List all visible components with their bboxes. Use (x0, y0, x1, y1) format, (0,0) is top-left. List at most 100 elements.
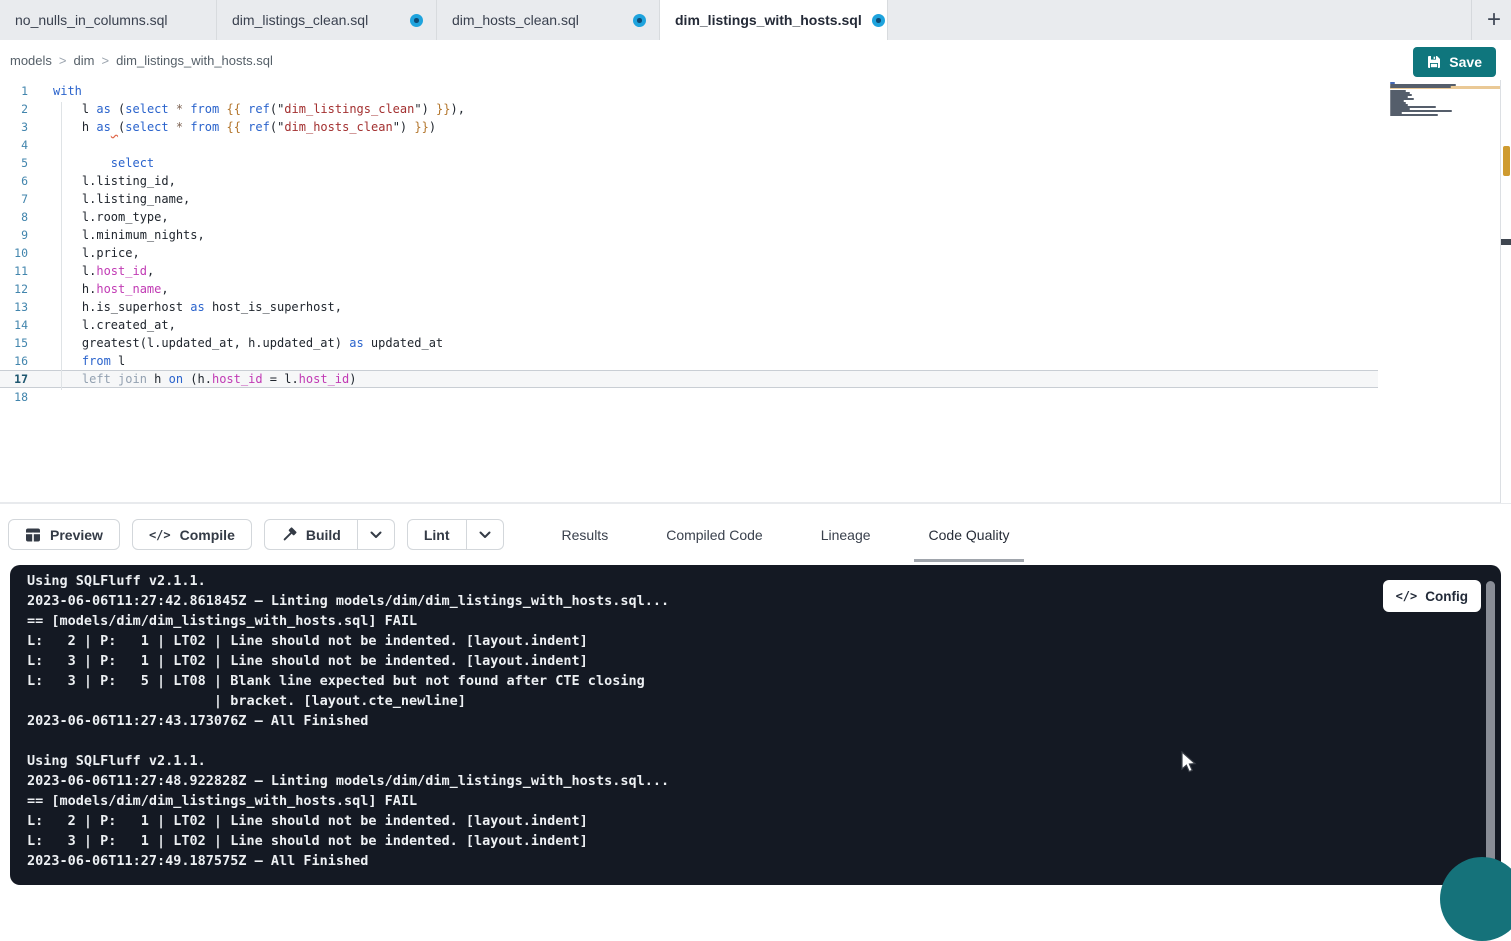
indent-guide (61, 102, 62, 390)
terminal-output: Using SQLFluff v2.1.1.2023-06-06T11:27:4… (27, 571, 669, 871)
code-line: 18 (0, 388, 1500, 406)
unsaved-changes-dot (410, 14, 423, 27)
breadcrumb-item[interactable]: models (10, 53, 52, 68)
code-text: l.listing_id, (53, 172, 176, 190)
code-text: h as (select * from {{ ref("dim_hosts_cl… (53, 118, 436, 136)
code-line: 10 l.price, (0, 244, 1500, 262)
action-toolbar: Preview </> Compile Build Lint (0, 503, 1511, 565)
code-line: 2 l as (select * from {{ ref("dim_listin… (0, 100, 1500, 118)
config-button[interactable]: </> Config (1383, 580, 1481, 612)
code-text: left join h on (h.host_id = l.host_id) (53, 370, 356, 388)
panel-tab-code-quality[interactable]: Code Quality (917, 523, 1022, 547)
build-dropdown-button[interactable] (358, 519, 395, 550)
chevron-down-icon (370, 531, 382, 539)
build-button[interactable]: Build (264, 519, 358, 550)
line-number: 18 (0, 388, 28, 406)
line-number: 15 (0, 334, 28, 352)
lint-split-button: Lint (407, 519, 504, 550)
code-line: 14 l.created_at, (0, 316, 1500, 334)
line-number: 4 (0, 136, 28, 154)
code-text: l.listing_name, (53, 190, 190, 208)
line-number: 11 (0, 262, 28, 280)
terminal-line: L: 3 | P: 5 | LT08 | Blank line expected… (27, 671, 669, 691)
compile-label: Compile (180, 527, 235, 543)
line-number: 17 (0, 370, 28, 388)
terminal-line: 2023-06-06T11:27:43.173076Z — All Finish… (27, 711, 669, 731)
preview-button[interactable]: Preview (8, 519, 120, 550)
tab-bar-divider (1471, 0, 1472, 40)
code-editor[interactable]: 1with2 l as (select * from {{ ref("dim_l… (0, 80, 1500, 503)
config-label: Config (1425, 589, 1468, 604)
terminal-line: L: 2 | P: 1 | LT02 | Line should not be … (27, 811, 669, 831)
line-number: 10 (0, 244, 28, 262)
compile-button[interactable]: </> Compile (132, 519, 252, 550)
code-area: 1with2 l as (select * from {{ ref("dim_l… (0, 82, 1500, 406)
code-line: 8 l.room_type, (0, 208, 1500, 226)
code-line: 4 (0, 136, 1500, 154)
tab-label: dim_listings_clean.sql (232, 12, 368, 28)
editor-annotation-ruler (1500, 80, 1511, 503)
code-text: select (53, 154, 154, 172)
tab-label: no_nulls_in_columns.sql (15, 12, 168, 28)
help-floating-button[interactable] (1440, 857, 1511, 941)
terminal-panel: Using SQLFluff v2.1.1.2023-06-06T11:27:4… (10, 565, 1501, 885)
save-button[interactable]: Save (1413, 47, 1496, 77)
terminal-scrollbar[interactable] (1486, 581, 1495, 877)
code-text: h.host_name, (53, 280, 169, 298)
line-number: 14 (0, 316, 28, 334)
lint-button[interactable]: Lint (407, 519, 467, 550)
new-tab-button[interactable]: + (1477, 0, 1511, 40)
code-line: 15 greatest(l.updated_at, h.updated_at) … (0, 334, 1500, 352)
unsaved-changes-dot (872, 14, 885, 27)
line-number: 1 (0, 82, 28, 100)
chevron-right-icon: > (59, 53, 67, 68)
terminal-line: == [models/dim/dim_listings_with_hosts.s… (27, 791, 669, 811)
line-number: 12 (0, 280, 28, 298)
code-line: 3 h as (select * from {{ ref("dim_hosts_… (0, 118, 1500, 136)
editor-tab[interactable]: dim_listings_with_hosts.sql (660, 0, 888, 40)
panel-tabs: Results Compiled Code Lineage Code Quality (550, 523, 1022, 547)
tab-label: dim_listings_with_hosts.sql (675, 12, 862, 28)
terminal-line: 2023-06-06T11:27:48.922828Z — Linting mo… (27, 771, 669, 791)
line-number: 5 (0, 154, 28, 172)
lint-dropdown-button[interactable] (467, 519, 504, 550)
code-text: from l (53, 352, 125, 370)
minimap-line (1390, 86, 1451, 88)
code-line: 9 l.minimum_nights, (0, 226, 1500, 244)
breadcrumb-item[interactable]: dim (74, 53, 95, 68)
editor-tab[interactable]: no_nulls_in_columns.sql (0, 0, 217, 40)
code-line: 12 h.host_name, (0, 280, 1500, 298)
tab-bar: no_nulls_in_columns.sql dim_listings_clea… (0, 0, 1511, 40)
line-number: 13 (0, 298, 28, 316)
save-button-label: Save (1449, 54, 1482, 70)
chevron-down-icon (479, 531, 491, 539)
code-line: 16 from l (0, 352, 1500, 370)
code-line: 17 left join h on (h.host_id = l.host_id… (0, 370, 1378, 388)
terminal-line (27, 731, 669, 751)
code-line: 11 l.host_id, (0, 262, 1500, 280)
editor-minimap[interactable] (1390, 82, 1500, 122)
lint-label: Lint (424, 527, 450, 543)
panel-tab-results[interactable]: Results (550, 523, 621, 547)
line-number: 6 (0, 172, 28, 190)
code-line: 5 select (0, 154, 1500, 172)
terminal-line: 2023-06-06T11:27:49.187575Z — All Finish… (27, 851, 669, 871)
editor-tab[interactable]: dim_listings_clean.sql (217, 0, 437, 40)
preview-label: Preview (50, 527, 103, 543)
floppy-disk-icon (1427, 55, 1441, 69)
editor-tab[interactable]: dim_hosts_clean.sql (437, 0, 660, 40)
code-line: 7 l.listing_name, (0, 190, 1500, 208)
hammer-icon (281, 527, 297, 543)
breadcrumb-item[interactable]: dim_listings_with_hosts.sql (116, 53, 273, 68)
warning-marker (1503, 146, 1510, 176)
panel-tab-compiled-code[interactable]: Compiled Code (654, 523, 775, 547)
terminal-line: == [models/dim/dim_listings_with_hosts.s… (27, 611, 669, 631)
terminal-line: | bracket. [layout.cte_newline] (27, 691, 669, 711)
build-split-button: Build (264, 519, 395, 550)
scroll-position-marker (1501, 239, 1511, 245)
line-number: 8 (0, 208, 28, 226)
terminal-line: L: 3 | P: 1 | LT02 | Line should not be … (27, 831, 669, 851)
panel-tab-lineage[interactable]: Lineage (809, 523, 883, 547)
terminal-line: Using SQLFluff v2.1.1. (27, 751, 669, 771)
terminal-line: L: 3 | P: 1 | LT02 | Line should not be … (27, 651, 669, 671)
